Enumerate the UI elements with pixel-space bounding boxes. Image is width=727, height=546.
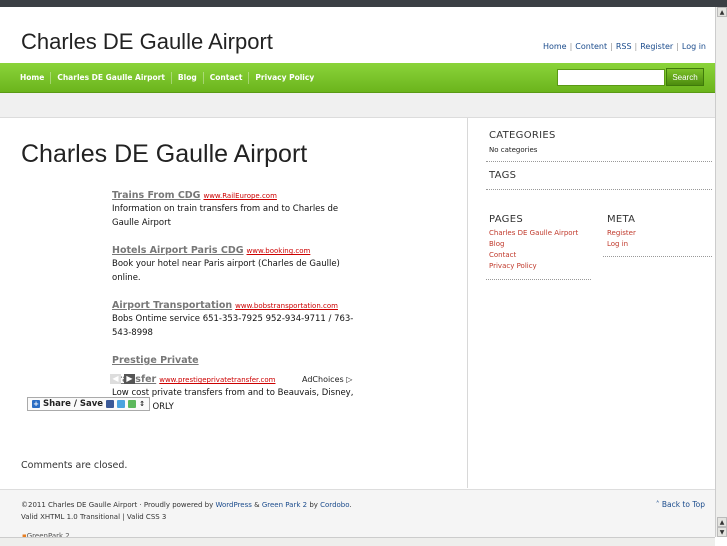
share-service-icon <box>128 400 137 408</box>
back-to-top-link[interactable]: ˄ Back to Top <box>656 500 705 509</box>
toplink-content[interactable]: Content <box>575 42 607 51</box>
sub-header-bar <box>0 93 715 118</box>
ad-url[interactable]: www.prestigeprivatetransfer.com <box>159 376 275 384</box>
divider <box>486 161 712 162</box>
meta-link-login[interactable]: Log in <box>607 239 636 250</box>
separator: | <box>610 42 613 51</box>
footer: ©2011 Charles DE Gaulle Airport · Proudl… <box>0 489 715 540</box>
ad-title[interactable]: Trains From CDG <box>112 190 200 201</box>
ad-block: Trains From CDG www.RailEurope.com Inform… <box>112 183 362 422</box>
nav-item-charles-de-gaulle-airport[interactable]: Charles DE Gaulle Airport <box>51 71 172 84</box>
ad-url[interactable]: www.booking.com <box>247 247 311 255</box>
nav-item-home[interactable]: Home <box>14 71 52 84</box>
ampersand: & <box>254 501 260 509</box>
adchoices-icon: ▷ <box>346 375 353 384</box>
separator: | <box>569 42 573 51</box>
ad-description: Bobs Ontime service 651-353-7925 952-934… <box>112 314 354 338</box>
sidebar: CATEGORIES No categories TAGS PAGES Char… <box>468 118 715 488</box>
greenpark-link[interactable]: Green Park 2 <box>262 501 307 509</box>
share-save-button[interactable]: + Share / Save ↕ <box>27 397 150 411</box>
nav-menu: Home Charles DE Gaulle Airport Blog Cont… <box>14 63 320 92</box>
by-text: by <box>309 501 318 509</box>
ad-title[interactable]: Hotels Airport Paris CDG <box>112 245 244 256</box>
plus-icon: + <box>32 400 40 408</box>
chevron-updown-icon: ↕ <box>139 400 145 408</box>
divider <box>486 279 591 280</box>
validation-text[interactable]: Valid XHTML 1.0 Transitional | Valid CSS… <box>21 513 166 521</box>
pages-list: Charles DE Gaulle Airport Blog Contact P… <box>489 228 578 272</box>
facebook-icon <box>106 400 115 408</box>
page-link-charles-de-gaulle-airport[interactable]: Charles DE Gaulle Airport <box>489 228 578 239</box>
ad-url[interactable]: www.RailEurope.com <box>203 192 276 200</box>
twitter-icon <box>117 400 126 408</box>
meta-link-register[interactable]: Register <box>607 228 636 239</box>
nav-item-contact[interactable]: Contact <box>204 71 250 84</box>
caret-up-icon: ˄ <box>655 500 660 509</box>
ad-pager: ◀ ▶ <box>110 374 135 384</box>
page-link-privacy-policy[interactable]: Privacy Policy <box>489 261 578 272</box>
divider <box>603 256 712 257</box>
ad-prev-icon[interactable]: ◀ <box>110 374 121 384</box>
categories-heading: CATEGORIES <box>489 130 556 141</box>
vertical-scrollbar[interactable]: ▲ ▲ ▼ <box>715 7 727 537</box>
copyright-text: ©2011 Charles DE Gaulle Airport · Proudl… <box>21 501 214 509</box>
site-title[interactable]: Charles DE Gaulle Airport <box>21 29 273 55</box>
wordpress-link[interactable]: WordPress <box>215 501 251 509</box>
scroll-up-icon[interactable]: ▲ <box>717 7 727 17</box>
ad-description: Information on train transfers from and … <box>112 204 339 228</box>
divider <box>486 189 712 190</box>
toplink-home[interactable]: Home <box>543 42 567 51</box>
ad-item: Airport Transportation www.bobstransporta… <box>112 293 362 340</box>
ad-next-icon[interactable]: ▶ <box>124 374 135 384</box>
pages-heading: PAGES <box>489 214 523 225</box>
top-dark-strip <box>0 0 727 7</box>
header: Charles DE Gaulle Airport Home | Content | R… <box>0 7 715 63</box>
tags-heading: TAGS <box>489 170 517 181</box>
cordobo-link[interactable]: Cordobo <box>320 501 349 509</box>
separator: | <box>676 42 679 51</box>
footer-credits: ©2011 Charles DE Gaulle Airport · Proudl… <box>21 501 352 509</box>
ad-description: Book your hotel near Paris airport (Char… <box>112 259 340 283</box>
page-link-blog[interactable]: Blog <box>489 239 578 250</box>
ad-item: Hotels Airport Paris CDG www.booking.com … <box>112 238 362 285</box>
main-navigation: Home Charles DE Gaulle Airport Blog Cont… <box>0 63 715 93</box>
adchoices-label: AdChoices <box>302 375 344 384</box>
search-input[interactable] <box>557 69 665 86</box>
scroll-down-icon[interactable]: ▼ <box>717 527 727 537</box>
share-label: Share / Save <box>43 399 104 409</box>
adchoices-link[interactable]: AdChoices ▷ <box>302 375 352 384</box>
toplink-register[interactable]: Register <box>640 42 673 51</box>
categories-text: No categories <box>489 146 538 154</box>
page-title: Charles DE Gaulle Airport <box>21 140 308 168</box>
scroll-up-icon[interactable]: ▲ <box>717 517 727 527</box>
meta-list: Register Log in <box>607 228 636 250</box>
nav-item-blog[interactable]: Blog <box>172 71 204 84</box>
top-links: Home | Content | RSS | Register | Log in <box>543 42 706 51</box>
ad-url[interactable]: www.bobstransportation.com <box>235 302 338 310</box>
search-button[interactable]: Search <box>666 68 704 86</box>
separator: | <box>634 42 638 51</box>
back-to-top-label: Back to Top <box>661 500 705 509</box>
ad-item: Trains From CDG www.RailEurope.com Inform… <box>112 183 362 230</box>
toplink-login[interactable]: Log in <box>682 42 706 51</box>
comments-closed-text: Comments are closed. <box>21 460 128 471</box>
meta-heading: META <box>607 214 636 225</box>
ad-title[interactable]: Airport Transportation <box>112 300 232 311</box>
toplink-rss[interactable]: RSS <box>616 42 632 51</box>
nav-item-privacy-policy[interactable]: Privacy Policy <box>249 72 320 84</box>
page-link-contact[interactable]: Contact <box>489 250 578 261</box>
